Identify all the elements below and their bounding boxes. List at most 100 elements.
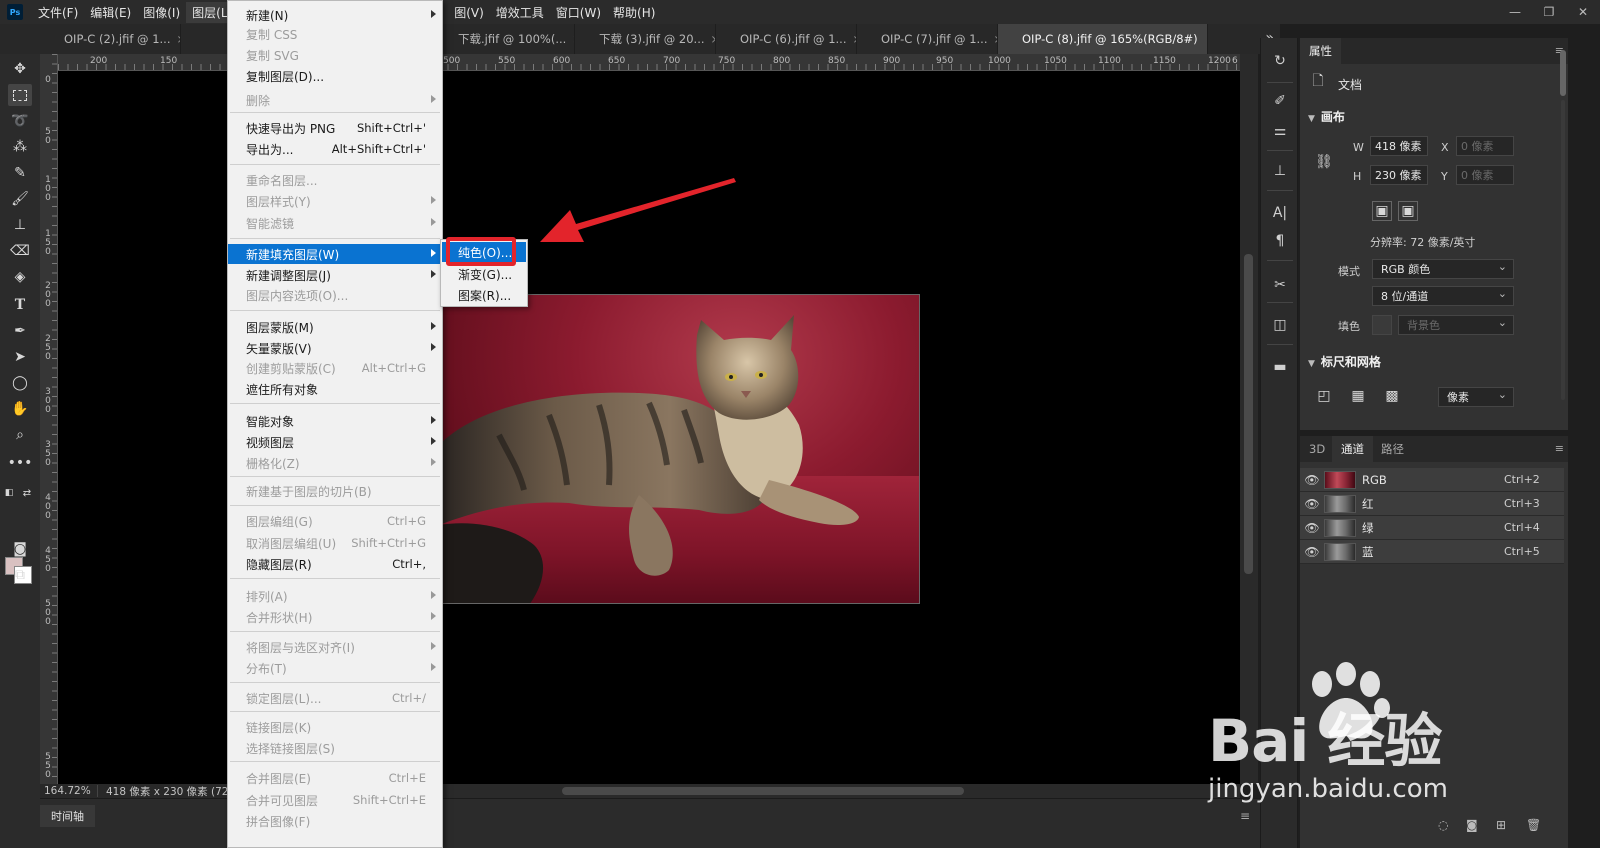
menu-item-group-layers[interactable]: 图层编组(G) Ctrl+G <box>228 511 442 531</box>
menu-item-hide-layers[interactable]: 隐藏图层(R) Ctrl+, <box>228 554 442 574</box>
ruler-unit-select[interactable]: 像素 <box>1438 387 1514 407</box>
more-tools-icon[interactable]: ••• <box>8 452 33 474</box>
screen-mode-icon[interactable]: ⧉ <box>8 564 32 586</box>
menu-item-merge-layers[interactable]: 合并图层(E) Ctrl+E <box>228 768 442 788</box>
rulers-section-title[interactable]: ▼ 标尺和网格 <box>1308 353 1381 370</box>
portrait-orientation-icon[interactable]: ▣ <box>1372 201 1392 221</box>
menu-item-smart-object[interactable]: 智能对象 <box>228 411 442 431</box>
vertical-scrollbar[interactable] <box>1240 54 1258 784</box>
move-tool-icon[interactable]: ✥ <box>8 58 32 80</box>
menu-item-copy-css[interactable]: 复制 CSS <box>228 24 442 44</box>
menu-item-combine-shapes[interactable]: 合并形状(H) <box>228 607 442 627</box>
menu-item-select-linked-layers[interactable]: 选择链接图层(S) <box>228 738 442 758</box>
menu-item-mask-all-objects[interactable]: 遮住所有对象 <box>228 379 442 399</box>
menu-view[interactable]: 图(V) <box>448 2 490 23</box>
horizontal-scrollbar[interactable] <box>448 784 1240 798</box>
path-select-tool-icon[interactable]: ➤ <box>8 346 32 368</box>
menu-item-export-as[interactable]: 导出为... Alt+Shift+Ctrl+' <box>228 139 442 159</box>
landscape-orientation-icon[interactable]: ▣ <box>1398 201 1418 221</box>
visibility-eye-icon[interactable]: 👁 <box>1300 473 1324 487</box>
eraser-tool-icon[interactable]: ⌫ <box>8 240 32 262</box>
channel-row-rgb[interactable]: 👁 RGB Ctrl+2 <box>1300 468 1564 492</box>
tab-oip-c-7[interactable]: OIP-C (7).jfif @ 1...× <box>857 24 998 54</box>
menu-item-new-adjustment-layer[interactable]: 新建调整图层(J) <box>228 265 442 285</box>
ellipse-tool-icon[interactable]: ◯ <box>8 372 32 394</box>
tab-oip-c-6[interactable]: OIP-C (6).jfif @ 1...× <box>716 24 857 54</box>
paragraph-icon[interactable]: ¶ <box>1269 230 1291 252</box>
menu-item-video-layers[interactable]: 视频图层 <box>228 432 442 452</box>
tab-download-3[interactable]: 下载 (3).jfif @ 20...× <box>575 24 716 54</box>
link-icon[interactable]: ⛓ <box>1314 152 1334 172</box>
menu-image[interactable]: 图像(I) <box>137 2 186 23</box>
stamp-tool-icon[interactable]: ⊥ <box>8 214 32 236</box>
character-icon[interactable]: A| <box>1269 202 1291 224</box>
x-field[interactable]: 0 像素 <box>1456 136 1514 156</box>
tab-oip-c-8[interactable]: OIP-C (8).jfif @ 165%(RGB/8#) <box>998 24 1208 54</box>
menu-item-ungroup-layers[interactable]: 取消图层编组(U) Shift+Ctrl+G <box>228 533 442 553</box>
menu-item-create-clipping-mask[interactable]: 创建剪贴蒙版(C) Alt+Ctrl+G <box>228 358 442 378</box>
libraries-icon[interactable]: ◫ <box>1269 314 1291 336</box>
actions-icon[interactable]: ▬ <box>1269 356 1291 378</box>
menu-item-smart-filter[interactable]: 智能滤镜 <box>228 213 442 233</box>
menu-item-new-fill-layer[interactable]: 新建填充图层(W) <box>228 244 442 264</box>
visibility-eye-icon[interactable]: 👁 <box>1300 521 1324 535</box>
swap-colors-icon[interactable]: ⇄ <box>20 482 34 504</box>
width-field[interactable]: 418 像素 <box>1370 136 1428 156</box>
menu-item-delete[interactable]: 删除 <box>228 90 442 110</box>
delete-channel-icon[interactable]: 🗑 <box>1526 818 1541 832</box>
hand-tool-icon[interactable]: ✋ <box>8 398 32 420</box>
tab-paths[interactable]: 路径 <box>1372 436 1413 462</box>
fill-color-swatch[interactable] <box>1372 315 1392 335</box>
color-mode-select[interactable]: RGB 颜色 <box>1372 259 1514 279</box>
tab-download[interactable]: 下载.jfif @ 100%(...× <box>434 24 575 54</box>
tab-oip-c-2[interactable]: OIP-C (2).jfif @ 1...× <box>40 24 181 54</box>
panel-menu-icon[interactable]: ≡ <box>1555 442 1564 455</box>
tab-properties[interactable]: 属性 <box>1300 38 1341 64</box>
menu-item-layer-mask[interactable]: 图层蒙版(M) <box>228 317 442 337</box>
menu-item-align-layers-to-selection[interactable]: 将图层与选区对齐(I) <box>228 637 442 657</box>
menu-item-quick-export-png[interactable]: 快速导出为 PNG Shift+Ctrl+' <box>228 118 442 138</box>
brush-tool-icon[interactable]: 🖌 <box>8 188 32 210</box>
visibility-eye-icon[interactable]: 👁 <box>1300 545 1324 559</box>
menu-item-arrange[interactable]: 排列(A) <box>228 586 442 606</box>
history-icon[interactable]: ↻ <box>1269 50 1291 72</box>
menu-item-copy-svg[interactable]: 复制 SVG <box>228 45 442 65</box>
timeline-tab[interactable]: 时间轴 <box>40 805 95 827</box>
menu-plugins[interactable]: 增效工具 <box>490 2 550 23</box>
adjustments-icon[interactable]: ⚌ <box>1269 120 1291 142</box>
minimize-button[interactable]: — <box>1498 0 1532 24</box>
channel-row-green[interactable]: 👁 绿 Ctrl+4 <box>1300 516 1564 540</box>
zoom-tool-icon[interactable]: ⌕ <box>8 424 32 446</box>
menu-item-link-layers[interactable]: 链接图层(K) <box>228 717 442 737</box>
ruler-toggle-icon[interactable]: ◰ <box>1314 386 1334 406</box>
channel-row-blue[interactable]: 👁 蓝 Ctrl+5 <box>1300 540 1564 564</box>
properties-scroll-thumb[interactable] <box>1560 50 1566 96</box>
default-colors-icon[interactable]: ◧ <box>2 482 16 504</box>
y-field[interactable]: 0 像素 <box>1456 165 1514 185</box>
pen-tool-icon[interactable]: ✒ <box>8 320 32 342</box>
pattern-menu-item[interactable]: 图案(R)... <box>442 285 526 305</box>
lasso-tool-icon[interactable]: ➰ <box>8 110 32 132</box>
menu-item-rasterize[interactable]: 栅格化(Z) <box>228 453 442 473</box>
eyedropper-tool-icon[interactable]: ✎ <box>8 162 32 184</box>
menu-file[interactable]: 文件(F) <box>32 2 84 23</box>
menu-item-new[interactable]: 新建(N) <box>228 5 442 25</box>
vertical-scroll-thumb[interactable] <box>1244 254 1253 574</box>
brush-settings-icon[interactable]: ✐ <box>1269 90 1291 112</box>
menu-item-vector-mask[interactable]: 矢量蒙版(V) <box>228 338 442 358</box>
transparency-grid-icon[interactable]: ▩ <box>1382 386 1402 406</box>
visibility-eye-icon[interactable]: 👁 <box>1300 497 1324 511</box>
menu-item-merge-visible[interactable]: 合并可见图层 Shift+Ctrl+E <box>228 790 442 810</box>
menu-item-layer-content-options[interactable]: 图层内容选项(O)... <box>228 285 442 305</box>
menu-item-distribute[interactable]: 分布(T) <box>228 658 442 678</box>
menu-edit[interactable]: 编辑(E) <box>84 2 137 23</box>
grid-toggle-icon[interactable]: ▦ <box>1348 386 1368 406</box>
horizontal-scroll-thumb[interactable] <box>562 787 964 795</box>
paint-bucket-tool-icon[interactable]: ◈ <box>8 266 32 288</box>
menu-item-new-layer-based-slice[interactable]: 新建基于图层的切片(B) <box>228 481 442 501</box>
gradient-menu-item[interactable]: 渐变(G)... <box>442 264 526 284</box>
magic-wand-tool-icon[interactable]: ⁂ <box>8 136 32 158</box>
canvas-section-title[interactable]: ▼ 画布 <box>1308 108 1345 125</box>
marquee-tool-icon[interactable] <box>8 84 32 106</box>
fill-select[interactable]: 背景色 <box>1398 315 1514 335</box>
